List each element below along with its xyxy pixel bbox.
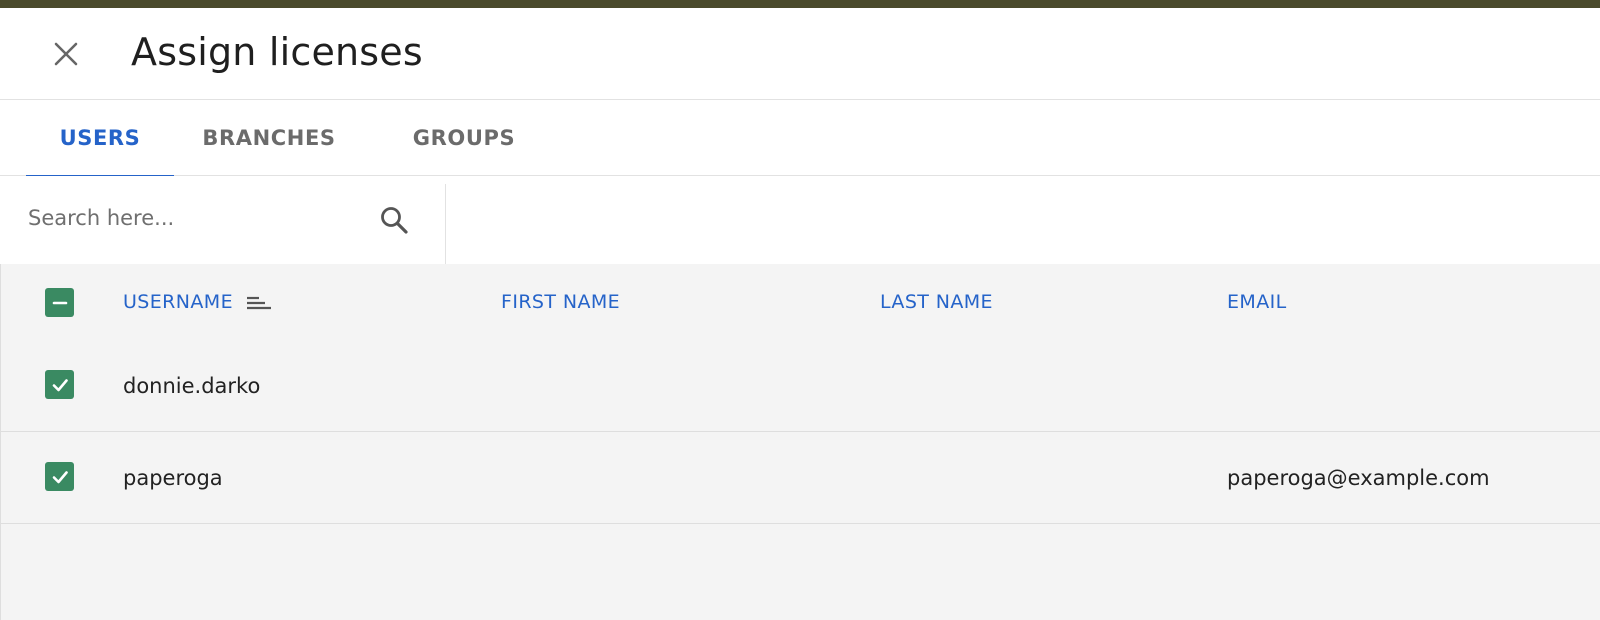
table-header: USERNAME FIRST NAME LAST NAME EMAIL	[1, 264, 1600, 340]
tab-groups[interactable]: GROUPS	[388, 100, 540, 176]
search-icon[interactable]	[376, 202, 412, 238]
dialog-header: Assign licenses	[0, 8, 1600, 100]
select-all-checkbox[interactable]	[45, 288, 74, 317]
tab-branches[interactable]: BRANCHES	[184, 100, 354, 176]
column-header-first-name[interactable]: FIRST NAME	[501, 264, 620, 340]
check-icon	[52, 470, 68, 483]
cell-email: paperoga@example.com	[1227, 466, 1490, 490]
cell-username: donnie.darko	[123, 374, 261, 398]
search-divider	[445, 184, 446, 264]
close-icon	[54, 42, 78, 66]
search-input[interactable]	[16, 196, 366, 240]
table-row[interactable]: paperoga paperoga@example.com	[1, 432, 1600, 524]
row-checkbox[interactable]	[45, 370, 74, 399]
search-bar	[0, 176, 1600, 264]
check-icon	[52, 378, 68, 391]
row-checkbox[interactable]	[45, 462, 74, 491]
tab-users[interactable]: USERS	[26, 100, 174, 177]
column-header-username[interactable]: USERNAME	[123, 264, 273, 340]
column-header-label: USERNAME	[123, 291, 233, 313]
minus-icon	[52, 301, 67, 304]
column-header-email[interactable]: EMAIL	[1227, 264, 1287, 340]
table-row[interactable]: donnie.darko	[1, 340, 1600, 432]
close-button[interactable]	[48, 36, 84, 72]
sort-icon[interactable]	[245, 292, 273, 312]
dialog-title: Assign licenses	[131, 30, 423, 74]
cell-username: paperoga	[123, 466, 223, 490]
users-table: USERNAME FIRST NAME LAST NAME EMAIL donn…	[0, 264, 1600, 620]
tab-bar: USERS BRANCHES GROUPS	[0, 100, 1600, 177]
top-strip	[0, 0, 1600, 8]
column-header-last-name[interactable]: LAST NAME	[880, 264, 993, 340]
